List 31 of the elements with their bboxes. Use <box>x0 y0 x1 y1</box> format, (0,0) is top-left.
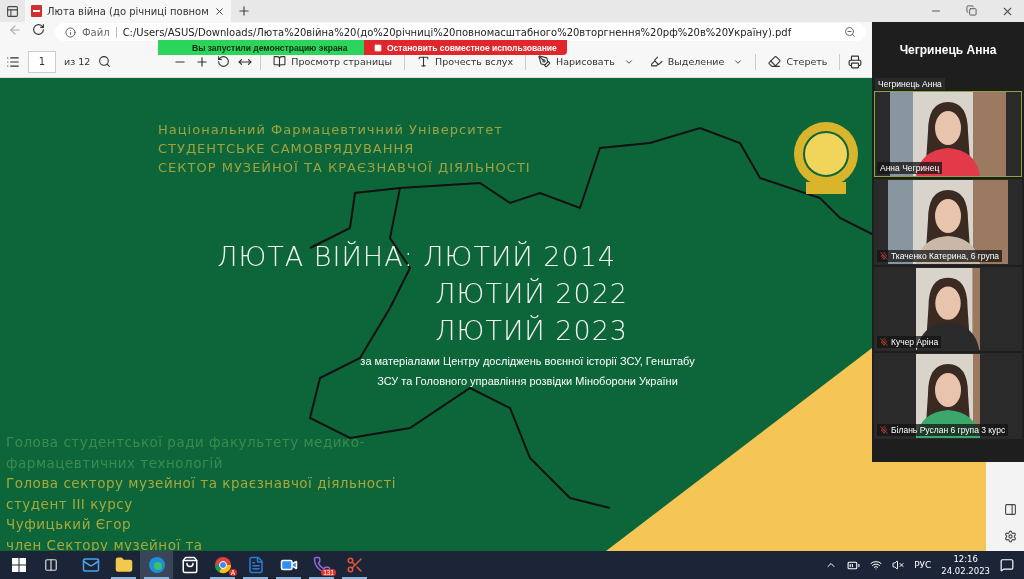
slide-title: ЛЮТА ВІЙНА: ЛЮТИЙ 2014 <box>217 240 616 274</box>
speaker-label: Чегринець Анна <box>875 78 945 90</box>
credit-line: Чуфицький Єгор <box>6 515 133 534</box>
participant-name: Білань Руслан 6 група 3 курс <box>877 424 1009 436</box>
address-bar[interactable]: Файл C:/Users/ASUS/Downloads/Люта%20війна%20(до%20річниці%20повномасштабного%20вторгнення%20рф%20в%20Україну).pdf <box>55 23 866 41</box>
url-scheme: Файл <box>82 26 117 38</box>
participant-name: Ткаченко Катерина, 6 група <box>877 250 1003 262</box>
clock[interactable]: 12:16 24.02.2023 <box>941 553 990 577</box>
slide-title: ЛЮТИЙ 2023 <box>435 314 628 348</box>
toolbar-button[interactable]: Прочесть вслух <box>413 53 518 70</box>
slide-subtitle: за матеріалами Центру досліджень воєнної історії ЗСУ, Генштабу ЗСУ та Головного управління розвідки Міноборони України <box>359 354 696 389</box>
credit-line: студент ІІІ курсу <box>6 494 134 514</box>
toolbar-button[interactable]: Просмотр страницы <box>269 53 397 70</box>
toolbar-button[interactable]: Стереть <box>764 53 832 70</box>
page-count: из 12 <box>64 56 91 67</box>
page-number-field[interactable]: 1 <box>28 50 56 73</box>
meeting-title: Чегринець Анна <box>898 42 998 59</box>
header-line: СТУДЕНТСЬКЕ САМОВРЯДУВАННЯ <box>158 141 416 156</box>
share-status: Вы запустили демонстрацию экрана <box>192 42 348 53</box>
participant-name: Кучер Аріна <box>877 336 942 348</box>
header-line: СЕКТОР МУЗЕЙНОЇ ТА КРАЄЗНАВЧОЇ ДІЯЛЬНОСТІ <box>158 160 531 175</box>
participant-name: Анна Чегринец <box>877 162 943 174</box>
browser-tab[interactable]: Люта війна (до річниці повном <box>25 0 231 22</box>
toolbar-button[interactable]: Нарисовать <box>534 53 638 70</box>
slide-title: ЛЮТИЙ 2022 <box>435 277 628 311</box>
stop-sharing-button[interactable]: Остановить совместное использование <box>364 40 567 55</box>
language-indicator[interactable]: РУС <box>914 560 932 570</box>
credit-line: Голова сектору музейної та краєзнавчої діяльності <box>6 474 397 493</box>
toolbar-button[interactable]: Выделение <box>645 53 748 70</box>
header-line: Національний Фармацевтичний Університет <box>158 122 504 137</box>
url-text: C:/Users/ASUS/Downloads/Люта%20війна%20(до%20річниці%20повномасштабного%20вторгнення%20рф%20в%20Україну).pdf <box>122 26 793 38</box>
